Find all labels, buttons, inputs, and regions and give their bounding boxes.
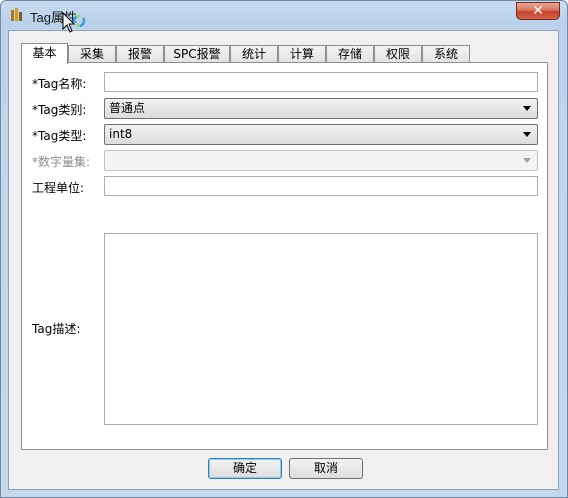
chevron-down-icon [523,106,531,111]
engineering-unit-input[interactable] [104,176,538,196]
tag-description-label: Tag描述: [32,322,81,336]
numeric-set-select [104,150,538,171]
tag-type-select[interactable]: int8 [104,124,538,145]
tab-statistics[interactable]: 统计 [230,45,278,63]
tag-category-select[interactable]: 普通点 [104,98,538,119]
close-button[interactable]: ✕ [516,2,560,20]
dialog-window: Tag属性 ✕ 基本 采集 报警 SPC报警 统计 计算 存储 权限 系统 *T… [0,0,568,498]
tag-type-label: *Tag类型: [32,129,87,143]
ok-button[interactable]: 确定 [208,458,282,479]
tag-description-textarea[interactable] [104,233,538,425]
app-icon [10,8,24,22]
tag-category-value: 普通点 [109,101,146,115]
basic-tab-panel: *Tag名称: *Tag类别: 普通点 *Tag类型: int8 *数字量集: … [21,62,548,450]
mouse-cursor-icon [62,12,86,33]
cancel-button[interactable]: 取消 [289,458,363,479]
tag-name-input[interactable] [104,72,538,92]
chevron-down-icon [523,132,531,137]
dialog-client-area: 基本 采集 报警 SPC报警 统计 计算 存储 权限 系统 *Tag名称: *T… [8,30,559,490]
tab-storage[interactable]: 存储 [326,45,374,63]
tab-spc-alarm[interactable]: SPC报警 [164,45,230,63]
tab-alarm[interactable]: 报警 [116,45,164,63]
engineering-unit-label: 工程单位: [32,181,85,195]
tab-permission[interactable]: 权限 [374,45,422,63]
tab-basic[interactable]: 基本 [21,43,68,64]
numeric-set-label: *数字量集: [32,155,91,169]
tab-collect[interactable]: 采集 [68,45,116,63]
tag-type-value: int8 [109,127,133,141]
tag-name-label: *Tag名称: [32,77,87,91]
tab-calculation[interactable]: 计算 [278,45,326,63]
chevron-down-icon [523,158,531,163]
tag-category-label: *Tag类别: [32,103,87,117]
close-icon: ✕ [532,3,544,19]
tab-system[interactable]: 系统 [422,45,470,63]
